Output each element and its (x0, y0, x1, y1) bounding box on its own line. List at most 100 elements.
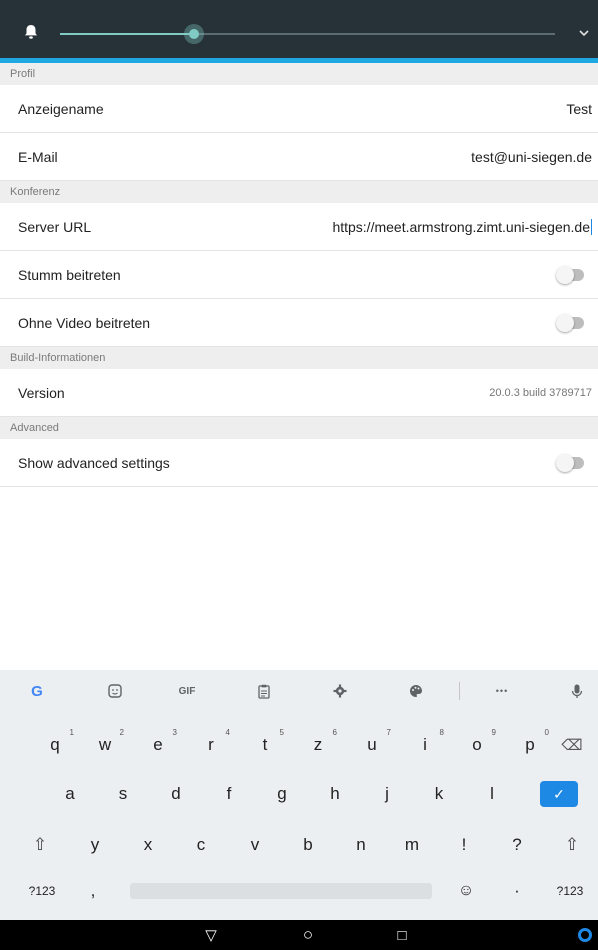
chevron-down-icon[interactable] (579, 29, 589, 37)
no-video-toggle[interactable] (556, 313, 584, 332)
key-k[interactable]: k (414, 771, 464, 817)
emoji-key[interactable]: ☺ (449, 868, 483, 914)
backspace-key[interactable]: ⌫ (553, 722, 591, 768)
version-label: Version (18, 384, 65, 401)
palette-icon[interactable] (401, 680, 431, 702)
version-row: Version 20.0.3 build 3789717 (0, 369, 598, 417)
key-a[interactable]: a (45, 771, 95, 817)
section-header-advanced: Advanced (0, 417, 598, 439)
more-button[interactable]: ••• (487, 680, 517, 702)
shift-key-left[interactable]: ⇧ (22, 822, 58, 868)
key-y[interactable]: y (70, 822, 120, 868)
key-hint: 1 (69, 728, 74, 737)
toolbar-divider (459, 682, 460, 700)
server-url-input[interactable]: https://meet.armstrong.zimt.uni-siegen.d… (332, 218, 592, 235)
key-m[interactable]: m (387, 822, 437, 868)
advanced-toggle[interactable] (556, 453, 584, 472)
google-logo: G (31, 682, 43, 700)
key-label: r (208, 735, 214, 754)
display-name-label: Anzeigename (18, 100, 104, 117)
volume-slider[interactable] (60, 24, 555, 44)
assistant-icon[interactable] (578, 928, 592, 942)
key-f[interactable]: f (204, 771, 254, 817)
key-p[interactable]: p0 (505, 722, 555, 768)
symbols-key-right[interactable]: ?123 (548, 868, 592, 914)
key-l[interactable]: l (467, 771, 517, 817)
recents-button[interactable]: □ (390, 925, 414, 945)
symbols-key-left[interactable]: ?123 (20, 868, 64, 914)
key-period[interactable]: · (505, 868, 529, 914)
space-key[interactable] (130, 883, 432, 899)
clipboard-icon[interactable] (249, 680, 279, 702)
key-u[interactable]: u7 (347, 722, 397, 768)
key-n[interactable]: n (336, 822, 386, 868)
version-value: 20.0.3 build 3789717 (489, 386, 592, 399)
key-hint: 2 (119, 728, 124, 737)
key-j[interactable]: j (362, 771, 412, 817)
server-url-label: Server URL (18, 218, 92, 235)
display-name-value[interactable]: Test (566, 101, 592, 117)
key-hint: 6 (332, 728, 337, 737)
volume-slider-thumb[interactable] (184, 24, 204, 44)
display-name-row[interactable]: Anzeigename Test (0, 85, 598, 133)
key-s[interactable]: s (98, 771, 148, 817)
gear-icon[interactable] (325, 680, 355, 702)
key-hint: 4 (225, 728, 230, 737)
key-b[interactable]: b (283, 822, 333, 868)
key-hint: 7 (386, 728, 391, 737)
mute-row[interactable]: Stumm beitreten (0, 251, 598, 299)
section-header-profile: Profil (0, 63, 598, 85)
key-hint: 8 (439, 728, 444, 737)
email-row[interactable]: E-Mail test@uni-siegen.de (0, 133, 598, 181)
no-video-row[interactable]: Ohne Video beitreten (0, 299, 598, 347)
key-g[interactable]: g (257, 771, 307, 817)
key-hint: 9 (491, 728, 496, 737)
key-z[interactable]: z6 (293, 722, 343, 768)
key-label: w (98, 735, 112, 754)
section-header-conference: Konferenz (0, 181, 598, 203)
key-label: u (367, 735, 377, 754)
key-x[interactable]: x (123, 822, 173, 868)
google-icon[interactable]: G (22, 680, 52, 702)
gif-button[interactable]: GIF (172, 680, 202, 702)
key-hint: 5 (279, 728, 284, 737)
email-value[interactable]: test@uni-siegen.de (471, 149, 592, 165)
key-t[interactable]: t5 (240, 722, 290, 768)
home-button[interactable]: ○ (296, 925, 320, 945)
key-o[interactable]: o9 (452, 722, 502, 768)
microphone-icon[interactable] (562, 680, 592, 702)
key-d[interactable]: d (151, 771, 201, 817)
advanced-row[interactable]: Show advanced settings (0, 439, 598, 487)
key-w[interactable]: w2 (80, 722, 130, 768)
key-e[interactable]: e3 (133, 722, 183, 768)
enter-key[interactable]: ✓ (540, 781, 578, 807)
key-v[interactable]: v (230, 822, 280, 868)
system-nav-bar: ▽ ○ □ (0, 920, 598, 950)
volume-panel (0, 0, 598, 58)
no-video-label: Ohne Video beitreten (18, 314, 151, 331)
settings-list: Profil Anzeigename Test E-Mail test@uni-… (0, 63, 598, 487)
key-question[interactable]: ? (492, 822, 542, 868)
key-label: i (423, 735, 427, 754)
key-row-1: q1 w2 e3 r4 t5 z6 u7 i8 o9 p0 ⌫ (0, 722, 598, 768)
server-url-row[interactable]: Server URL https://meet.armstrong.zimt.u… (0, 203, 598, 251)
key-r[interactable]: r4 (186, 722, 236, 768)
key-comma[interactable]: , (78, 868, 108, 914)
volume-slider-fill (60, 33, 194, 35)
bell-icon[interactable] (24, 24, 38, 40)
section-header-build: Build-Informationen (0, 347, 598, 369)
email-label: E-Mail (18, 148, 58, 165)
sticker-icon[interactable] (100, 680, 130, 702)
key-row-4: ?123 , ☺ · ?123 (0, 868, 598, 914)
key-label: p (525, 735, 535, 754)
mute-toggle[interactable] (556, 265, 584, 284)
key-hint: 3 (172, 728, 177, 737)
key-i[interactable]: i8 (400, 722, 450, 768)
back-button[interactable]: ▽ (199, 925, 223, 945)
key-q[interactable]: q1 (30, 722, 80, 768)
shift-key-right[interactable]: ⇧ (553, 822, 591, 868)
key-h[interactable]: h (310, 771, 360, 817)
key-exclamation[interactable]: ! (439, 822, 489, 868)
key-label: q (50, 735, 60, 754)
key-c[interactable]: c (176, 822, 226, 868)
